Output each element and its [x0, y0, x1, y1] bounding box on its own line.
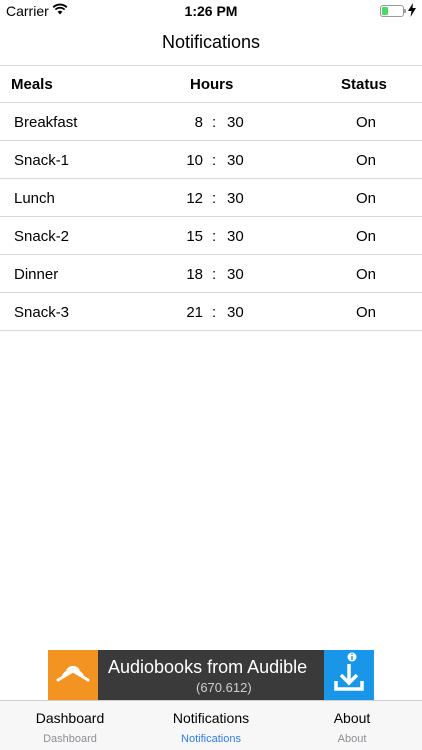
meal-name: Snack-2: [14, 228, 70, 245]
status-value: On: [356, 114, 377, 131]
battery-level: [382, 7, 388, 15]
tab-bar: Dashboard Dashboard Notifications Notifi…: [0, 700, 422, 750]
status-value: On: [356, 152, 377, 169]
hour-value: 21: [186, 304, 203, 321]
hour-value: 10: [186, 152, 203, 169]
meal-name: Snack-3: [14, 304, 70, 321]
header-status: Status: [341, 76, 387, 93]
header-hours: Hours: [190, 76, 234, 93]
ad-info-icon[interactable]: [346, 651, 368, 663]
hour-value: 18: [186, 266, 203, 283]
status-time: 1:26 PM: [184, 3, 238, 19]
table-row[interactable]: Dinner 18 : 30 On: [0, 255, 422, 293]
status-value: On: [356, 190, 377, 207]
minute-value: 30: [227, 190, 244, 207]
status-bar: Carrier 1:26 PM: [0, 0, 422, 22]
minute-value: 30: [227, 266, 244, 283]
ad-banner[interactable]: Audiobooks from Audible (670.612): [48, 650, 374, 700]
meal-name: Lunch: [14, 190, 55, 207]
tab-dashboard[interactable]: Dashboard Dashboard: [20, 701, 120, 750]
minute-value: 30: [227, 228, 244, 245]
nav-divider: [0, 65, 422, 66]
charging-bolt-icon: [408, 3, 416, 17]
table-row[interactable]: Snack-2 15 : 30 On: [0, 217, 422, 255]
minute-value: 30: [227, 304, 244, 321]
header-meals: Meals: [11, 76, 53, 93]
tab-about[interactable]: About About: [302, 701, 402, 750]
audible-logo-icon: [48, 650, 98, 700]
minute-value: 30: [227, 114, 244, 131]
hour-value: 15: [186, 228, 203, 245]
tab-label: Notifications: [172, 710, 250, 726]
tab-sublabel: Dashboard: [43, 733, 97, 745]
tab-sublabel: Notifications: [181, 733, 241, 745]
hour-value: 12: [186, 190, 203, 207]
ad-rating-count: (670.612): [196, 680, 252, 695]
notification-list: Breakfast 8 : 30 On Snack-1 10 : 30 On L…: [0, 103, 422, 331]
table-row[interactable]: Snack-3 21 : 30 On: [0, 293, 422, 331]
status-value: On: [356, 266, 377, 283]
battery-icon: [380, 5, 406, 17]
page-title: Notifications: [161, 32, 261, 52]
tab-label: About: [333, 710, 371, 726]
status-value: On: [356, 304, 377, 321]
table-row[interactable]: Snack-1 10 : 30 On: [0, 141, 422, 179]
time-separator: :: [212, 266, 217, 283]
status-value: On: [356, 228, 377, 245]
ad-title: Audiobooks from Audible: [108, 657, 308, 677]
meal-name: Dinner: [14, 266, 59, 283]
time-separator: :: [212, 114, 217, 131]
table-row[interactable]: Lunch 12 : 30 On: [0, 179, 422, 217]
hour-value: 8: [194, 114, 203, 131]
tab-notifications[interactable]: Notifications Notifications: [160, 701, 262, 750]
time-separator: :: [212, 304, 217, 321]
minute-value: 30: [227, 152, 244, 169]
notifications-screen: Carrier 1:26 PM Notifications Meals Hour…: [0, 0, 422, 750]
tab-label: Dashboard: [35, 710, 105, 726]
meal-name: Breakfast: [14, 114, 78, 131]
meal-name: Snack-1: [14, 152, 70, 169]
time-separator: :: [212, 152, 217, 169]
time-separator: :: [212, 228, 217, 245]
table-row[interactable]: Breakfast 8 : 30 On: [0, 103, 422, 141]
time-separator: :: [212, 190, 217, 207]
tab-sublabel: About: [337, 733, 367, 745]
